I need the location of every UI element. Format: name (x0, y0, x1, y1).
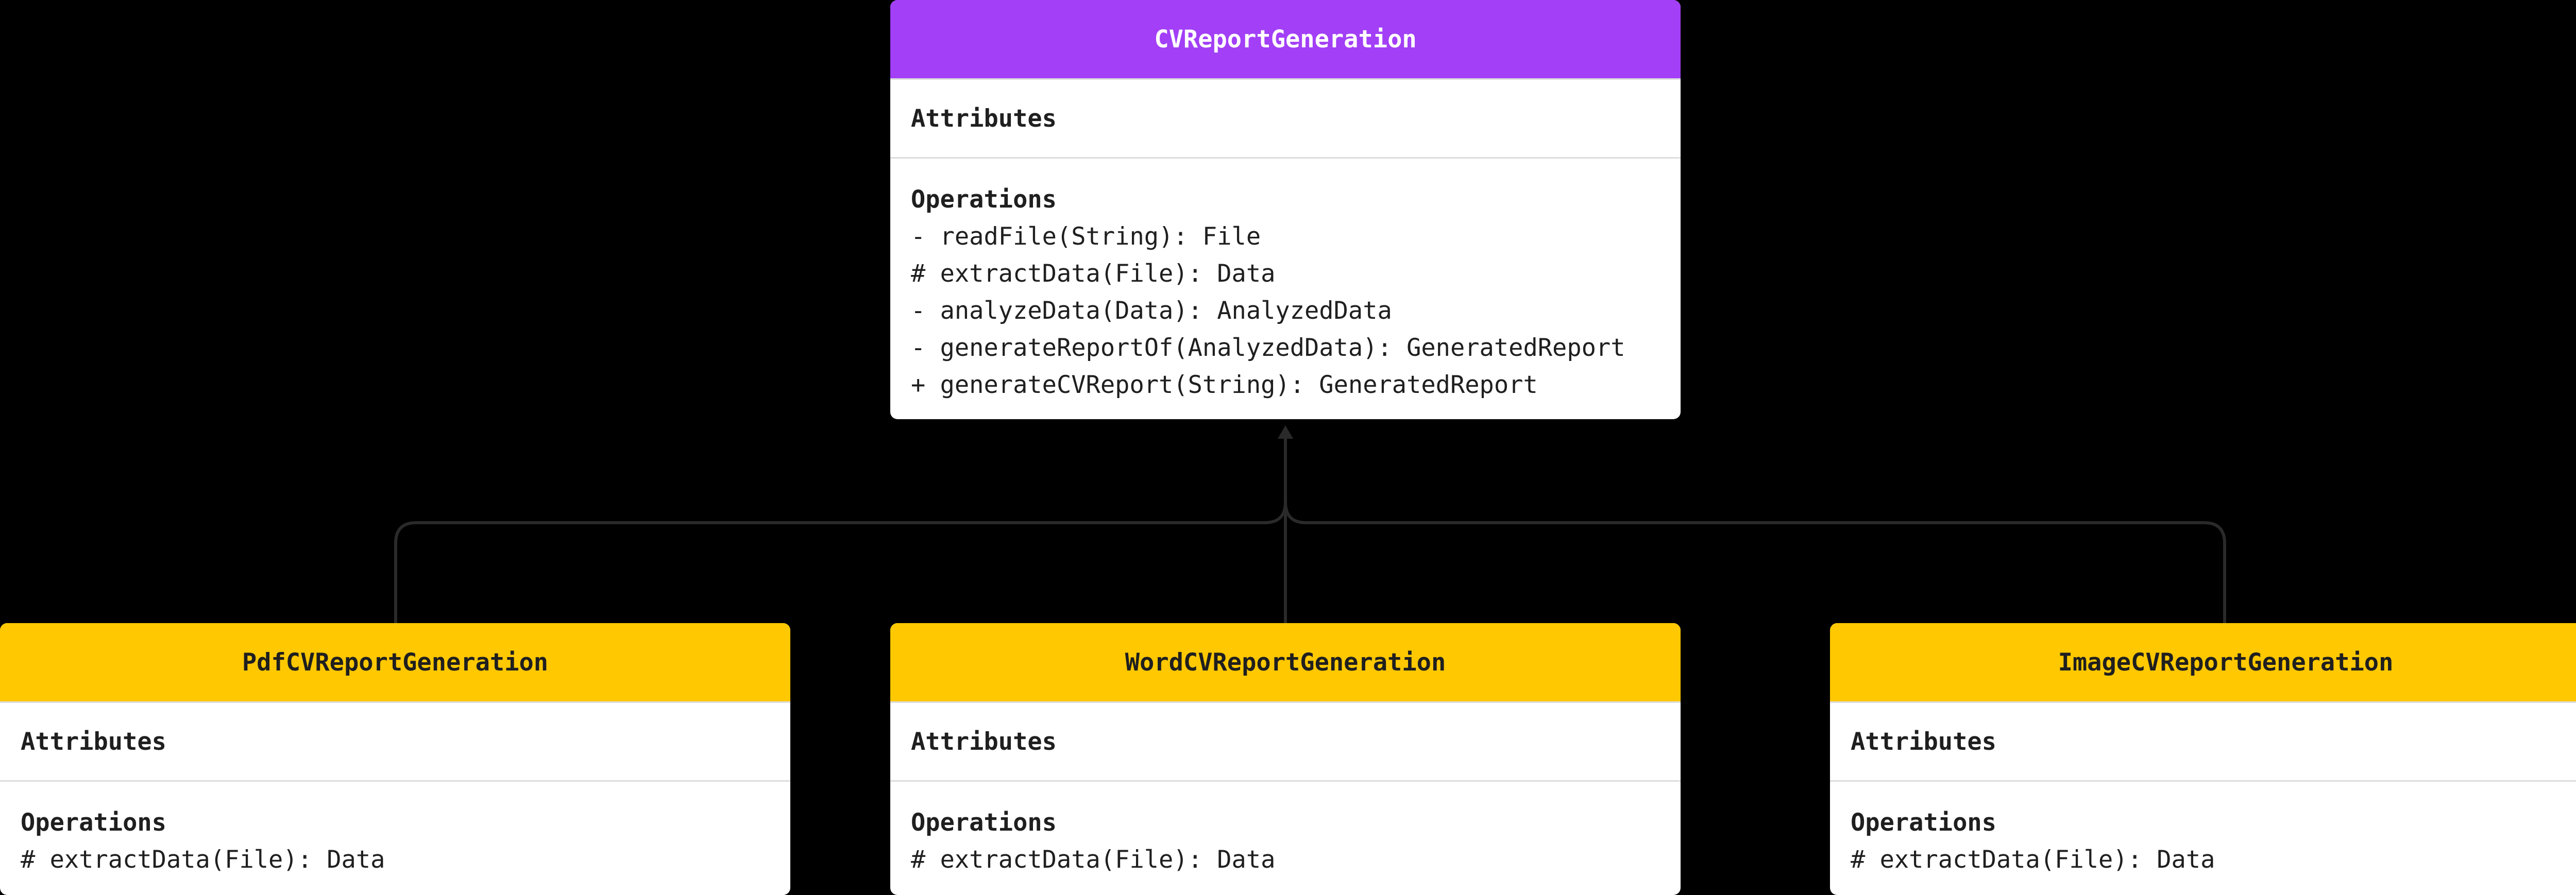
operations-section: Operations # extractData(File): Data (1830, 780, 2576, 879)
class-name: WordCVReportGeneration (890, 623, 1681, 701)
attributes-label: Attributes (911, 104, 1057, 133)
attributes-label: Attributes (1851, 727, 1996, 756)
attributes-section: Attributes (1830, 701, 2576, 780)
class-imagecvreportgeneration[interactable]: ImageCVReportGeneration Attributes Opera… (1830, 623, 2576, 895)
operations-label: Operations (1851, 808, 1996, 837)
class-name: ImageCVReportGeneration (1830, 623, 2576, 701)
attributes-label: Attributes (911, 727, 1057, 756)
operation: # extractData(File): Data (911, 846, 1276, 874)
operation: # extractData(File): Data (911, 260, 1276, 288)
inheritance-arrowhead (1278, 425, 1293, 439)
class-wordcvreportgeneration[interactable]: WordCVReportGeneration Attributes Operat… (890, 623, 1681, 895)
operation: # extractData(File): Data (1851, 846, 2215, 874)
operation: - readFile(String): File (911, 222, 1261, 251)
operations-section: Operations # extractData(File): Data (890, 780, 1681, 879)
operation: # extractData(File): Data (21, 846, 385, 874)
operation: - generateReportOf(AnalyzedData): Genera… (911, 334, 1625, 362)
attributes-section: Attributes (0, 701, 790, 780)
operation: - analyzeData(Data): AnalyzedData (911, 297, 1392, 325)
operations-label: Operations (911, 808, 1057, 837)
class-name: PdfCVReportGeneration (0, 623, 790, 701)
attributes-section: Attributes (890, 78, 1681, 157)
operations-label: Operations (911, 185, 1057, 214)
class-cvreportgeneration[interactable]: CVReportGeneration Attributes Operations… (890, 0, 1681, 419)
attributes-label: Attributes (21, 727, 166, 756)
operations-section: Operations - readFile(String): File # ex… (890, 157, 1681, 404)
connector-image (1284, 438, 2226, 623)
operations-section: Operations # extractData(File): Data (0, 780, 790, 879)
operations-label: Operations (21, 808, 166, 837)
class-pdfcvreportgeneration[interactable]: PdfCVReportGeneration Attributes Operati… (0, 623, 790, 895)
operation: + generateCVReport(String): GeneratedRep… (911, 371, 1538, 399)
connector-pdf (394, 438, 1287, 623)
attributes-section: Attributes (890, 701, 1681, 780)
class-name: CVReportGeneration (890, 0, 1681, 78)
